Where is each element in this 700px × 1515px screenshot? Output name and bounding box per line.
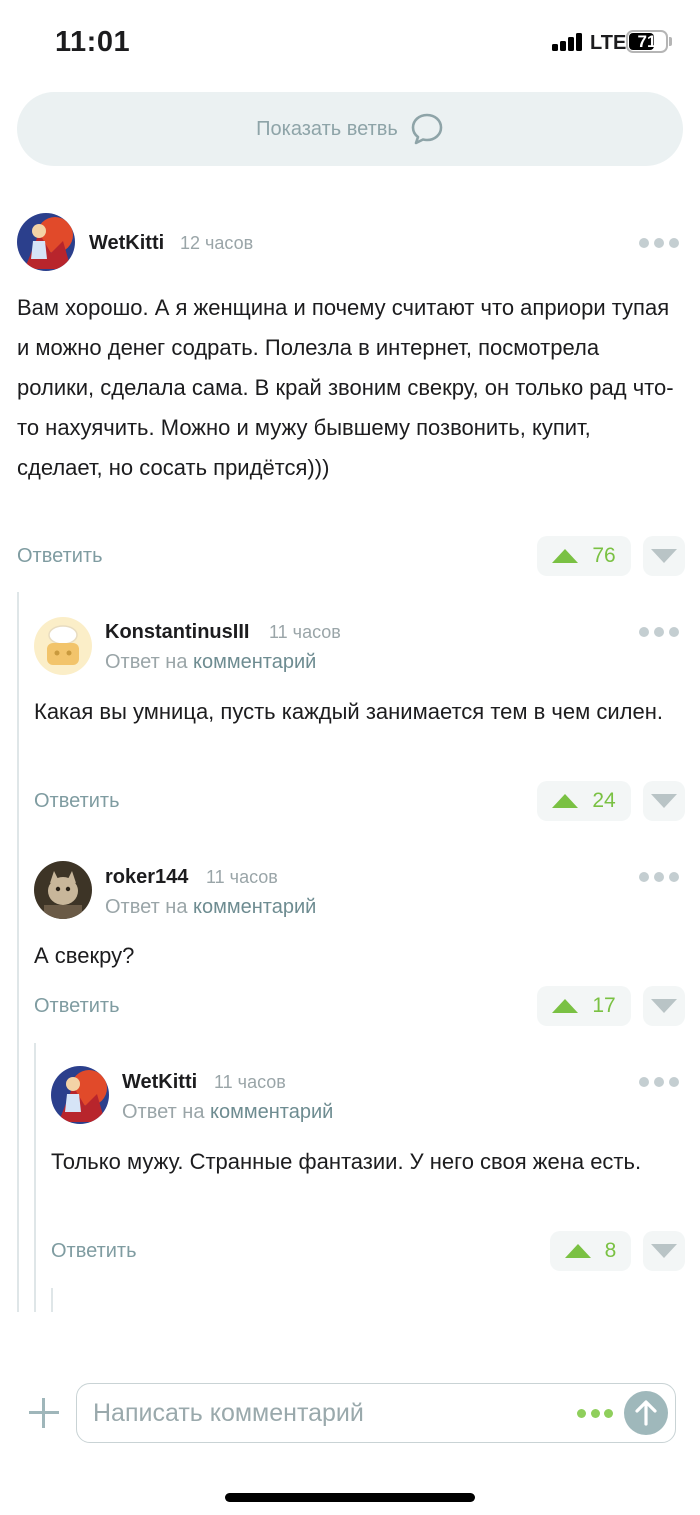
vote-count: 76: [592, 544, 616, 567]
reply-to-comment-link[interactable]: комментарий: [193, 651, 316, 673]
arrow-down-icon: [651, 549, 677, 563]
avatar[interactable]: [34, 617, 92, 675]
comment-input[interactable]: Написать комментарий: [76, 1383, 676, 1443]
send-button[interactable]: [624, 1391, 668, 1435]
more-options-icon[interactable]: [639, 1075, 679, 1089]
more-options-icon[interactable]: [639, 236, 679, 250]
reply-to-comment-link[interactable]: комментарий: [193, 896, 316, 918]
vote-count: 8: [604, 1239, 617, 1262]
comment-time: 11 часов: [214, 1072, 286, 1092]
comment-time: 11 часов: [269, 622, 341, 642]
more-options-icon[interactable]: [639, 625, 679, 639]
arrow-up-icon: [552, 549, 579, 563]
downvote-button[interactable]: [643, 536, 685, 576]
network-type: LTE: [590, 32, 627, 54]
upvote-button[interactable]: 24: [537, 781, 631, 821]
comment-time: 11 часов: [206, 867, 278, 887]
arrow-up-icon: [552, 794, 579, 808]
reply-to-comment-link[interactable]: комментарий: [210, 1101, 333, 1123]
comment-text: Какая вы умница, пусть каждый занимается…: [34, 699, 663, 724]
comment-author[interactable]: KonstantinusIII: [105, 621, 249, 644]
add-attachment-icon[interactable]: [29, 1398, 59, 1428]
reply-to-label: Ответ на комментарий: [122, 1101, 334, 1123]
battery-percent: 71: [637, 32, 657, 51]
reply-button[interactable]: Ответить: [34, 995, 120, 1018]
thread-line: [17, 592, 19, 1312]
thread-line: [34, 1043, 36, 1312]
typing-dots-icon[interactable]: [577, 1409, 613, 1419]
arrow-up-send-icon: [635, 1400, 657, 1426]
downvote-button[interactable]: [643, 1231, 685, 1271]
comment-author[interactable]: WetKitti: [122, 1071, 197, 1094]
comment-input-placeholder: Написать комментарий: [93, 1399, 364, 1427]
vote-count: 17: [592, 994, 616, 1017]
arrow-up-icon: [564, 1244, 591, 1258]
comment-author[interactable]: roker144: [105, 866, 188, 889]
more-options-icon[interactable]: [639, 870, 679, 884]
comment-text: А свекру?: [34, 943, 135, 968]
speech-bubble-icon: [411, 113, 443, 145]
comment-text: Вам хорошо. А я женщина и почему считают…: [17, 295, 674, 480]
avatar[interactable]: [34, 861, 92, 919]
battery-icon: 71: [626, 30, 668, 53]
comment-author[interactable]: WetKitti: [89, 232, 164, 255]
avatar[interactable]: [51, 1066, 109, 1124]
arrow-down-icon: [651, 1244, 677, 1258]
comment-time: 12 часов: [180, 233, 254, 253]
status-time: 11:01: [55, 26, 131, 58]
show-thread-label: Показать ветвь: [256, 117, 398, 140]
show-thread-button[interactable]: Показать ветвь: [17, 92, 683, 166]
downvote-button[interactable]: [643, 781, 685, 821]
vote-count: 24: [592, 789, 616, 812]
avatar[interactable]: [17, 213, 75, 271]
comment-composer: Написать комментарий: [0, 1370, 700, 1460]
arrow-up-icon: [552, 999, 579, 1013]
home-indicator: [225, 1493, 475, 1502]
upvote-button[interactable]: 8: [550, 1231, 631, 1271]
reply-button[interactable]: Ответить: [34, 790, 120, 813]
arrow-down-icon: [651, 999, 677, 1013]
reply-button[interactable]: Ответить: [51, 1240, 137, 1263]
arrow-down-icon: [651, 794, 677, 808]
reply-to-label: Ответ на комментарий: [105, 651, 317, 673]
upvote-button[interactable]: 76: [537, 536, 631, 576]
signal-icon: [552, 33, 584, 51]
reply-button[interactable]: Ответить: [17, 545, 103, 568]
thread-line: [51, 1288, 53, 1312]
upvote-button[interactable]: 17: [537, 986, 631, 1026]
comment-text: Только мужу. Странные фантазии. У него с…: [51, 1149, 642, 1174]
status-bar: 11:01 LTE 71: [0, 0, 700, 84]
downvote-button[interactable]: [643, 986, 685, 1026]
reply-to-label: Ответ на комментарий: [105, 896, 317, 918]
